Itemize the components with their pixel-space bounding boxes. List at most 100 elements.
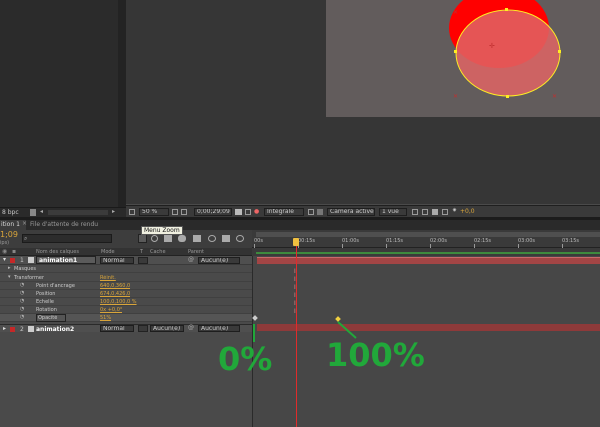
collapse-arrow-icon[interactable]: ▸: [3, 325, 6, 332]
ruler-tick: [386, 244, 387, 248]
tab-render-queue[interactable]: File d'attente de rendu: [30, 221, 98, 228]
property-label: Transformer: [14, 275, 45, 281]
safe-area-icon[interactable]: [181, 209, 187, 215]
column-trkmat[interactable]: T: [140, 249, 143, 255]
ruler-tick: [518, 244, 519, 248]
playhead-handle[interactable]: [293, 238, 299, 246]
zoom-menu-button[interactable]: [138, 234, 147, 243]
trkmat-select-2[interactable]: [138, 325, 148, 332]
property-value[interactable]: 51%: [100, 315, 111, 321]
layer-name[interactable]: animation1: [36, 256, 96, 264]
expand-arrow-icon[interactable]: ▾: [3, 256, 6, 263]
ruler-label: 01:00s: [342, 238, 360, 244]
trkmat-select[interactable]: [138, 257, 148, 264]
property-value[interactable]: 640,0,360,0: [100, 283, 130, 289]
property-value[interactable]: 100,0,100,0 %: [100, 299, 137, 305]
layer-row-1[interactable]: ▾ 1 animation1 Normal @ Aucun(e): [0, 256, 252, 265]
exposure-value[interactable]: +0,0: [460, 208, 475, 215]
trash-icon[interactable]: [30, 209, 36, 216]
flowchart-icon[interactable]: [442, 209, 448, 215]
keyframe-end[interactable]: [335, 316, 341, 322]
layer-name-2[interactable]: animation2: [36, 326, 74, 333]
property-row[interactable]: ◔ Opacité 51%: [0, 314, 252, 322]
tab-close-icon[interactable]: ×: [22, 220, 27, 227]
draft3d-icon[interactable]: [164, 235, 172, 242]
property-value[interactable]: Réinit.: [100, 275, 116, 281]
current-time[interactable]: 1;09: [0, 230, 18, 239]
roi-icon[interactable]: [308, 209, 314, 215]
label-color-swatch[interactable]: [10, 258, 15, 263]
shy-icon[interactable]: [178, 235, 186, 242]
stopwatch-icon[interactable]: ◔: [20, 290, 24, 296]
work-area-bar[interactable]: [256, 232, 600, 237]
graph-editor-icon[interactable]: [222, 235, 230, 242]
twirl-arrow-icon[interactable]: ▾: [8, 274, 11, 280]
parent-select[interactable]: Aucun(e): [198, 257, 240, 264]
track-area[interactable]: [252, 256, 600, 427]
view-layout-icon[interactable]: [412, 209, 418, 215]
motion-blur-icon[interactable]: [208, 235, 216, 242]
bpc-label[interactable]: 8 bpc: [2, 209, 19, 216]
stopwatch-icon[interactable]: ◔: [20, 282, 24, 288]
layer1-duration-bar[interactable]: [257, 257, 600, 264]
mode-select[interactable]: Normal: [100, 257, 134, 264]
stopwatch-icon[interactable]: [236, 235, 244, 242]
column-parent[interactable]: Parent: [188, 249, 204, 255]
property-row[interactable]: ▾ Transformer Réinit.: [0, 274, 252, 282]
cache-select-2[interactable]: Aucun(e): [150, 325, 184, 332]
property-value[interactable]: 674,0,426,0: [100, 291, 130, 297]
exposure-icon[interactable]: ✷: [452, 207, 457, 214]
parent-pickwhip-icon[interactable]: @: [188, 256, 194, 263]
camera-select[interactable]: Caméra active: [327, 208, 375, 216]
stopwatch-icon[interactable]: ◔: [20, 298, 24, 304]
fit-icon[interactable]: [172, 209, 178, 215]
lock-col-icon: ▪: [12, 248, 17, 255]
scroll-right-icon[interactable]: ▸: [112, 208, 115, 215]
stopwatch-icon[interactable]: ◔: [20, 314, 24, 320]
keyframe-start[interactable]: [252, 315, 258, 321]
property-row[interactable]: ▸ Masques: [0, 265, 252, 273]
comp-canvas[interactable]: ✛ ✕ ✕ ✕: [326, 0, 600, 117]
layer-row-2[interactable]: ▸ 2 animation2 Normal Aucun(e) @ Aucun(e…: [0, 324, 252, 333]
parent-pickwhip-icon-2[interactable]: @: [188, 324, 194, 331]
ruler-label: 02:15s: [474, 238, 492, 244]
time-ruler[interactable]: 00s 00:15s 01:00s 01:15s 02:00s 02:15s 03:00s 0…: [252, 230, 600, 256]
ruler-tick: [562, 244, 563, 248]
panel-divider[interactable]: [118, 0, 126, 207]
region-icon[interactable]: [245, 209, 251, 215]
label-color-swatch-2[interactable]: [10, 327, 15, 332]
view-select[interactable]: 1 vue: [379, 208, 407, 216]
zoom-select[interactable]: 50 %: [139, 208, 169, 216]
transparency-icon[interactable]: [317, 209, 323, 215]
property-row[interactable]: ◔ Rotation 0x +0,0°: [0, 306, 252, 314]
property-row[interactable]: ◔ Point d'ancrage 640,0,360,0: [0, 282, 252, 290]
comp-shapes[interactable]: ✛ ✕ ✕ ✕: [326, 0, 600, 117]
property-value[interactable]: 0x +0,0°: [100, 307, 122, 313]
timecode-field[interactable]: 0;00;29;09: [194, 208, 232, 216]
timeline-icon[interactable]: [432, 209, 438, 215]
search-field[interactable]: ⌕: [22, 234, 112, 243]
frame-blend-icon[interactable]: [193, 235, 201, 242]
channel-icon[interactable]: ●: [254, 208, 259, 215]
layer2-duration-bar[interactable]: [257, 324, 600, 331]
mode-select-2[interactable]: Normal: [100, 325, 134, 332]
twirl-arrow-icon[interactable]: ▸: [8, 265, 11, 271]
column-cache[interactable]: Cache: [150, 249, 166, 255]
comp-mini-icon[interactable]: [151, 235, 158, 242]
scroll-left-icon[interactable]: ◂: [40, 208, 43, 215]
ruler-label: 01:15s: [386, 238, 404, 244]
pixel-aspect-icon[interactable]: [422, 209, 428, 215]
column-mode[interactable]: Mode: [101, 249, 115, 255]
property-row[interactable]: ◔ Echelle 100,0,100,0 %: [0, 298, 252, 306]
parent-select-2[interactable]: Aucun(e): [198, 325, 240, 332]
grid-icon[interactable]: [129, 209, 135, 215]
column-layer-name[interactable]: Nom des calques: [36, 249, 79, 255]
resolution-select[interactable]: Intégrale: [264, 208, 304, 216]
stopwatch-icon[interactable]: ◔: [20, 306, 24, 312]
scrollbar-track[interactable]: [48, 210, 108, 215]
layer-number-2: 2: [20, 326, 24, 333]
camera-icon[interactable]: [235, 209, 242, 215]
project-bottom-bar: 8 bpc ◂ ▸: [0, 207, 126, 217]
property-label: Point d'ancrage: [36, 283, 75, 289]
property-row[interactable]: ◔ Position 674,0,426,0: [0, 290, 252, 298]
